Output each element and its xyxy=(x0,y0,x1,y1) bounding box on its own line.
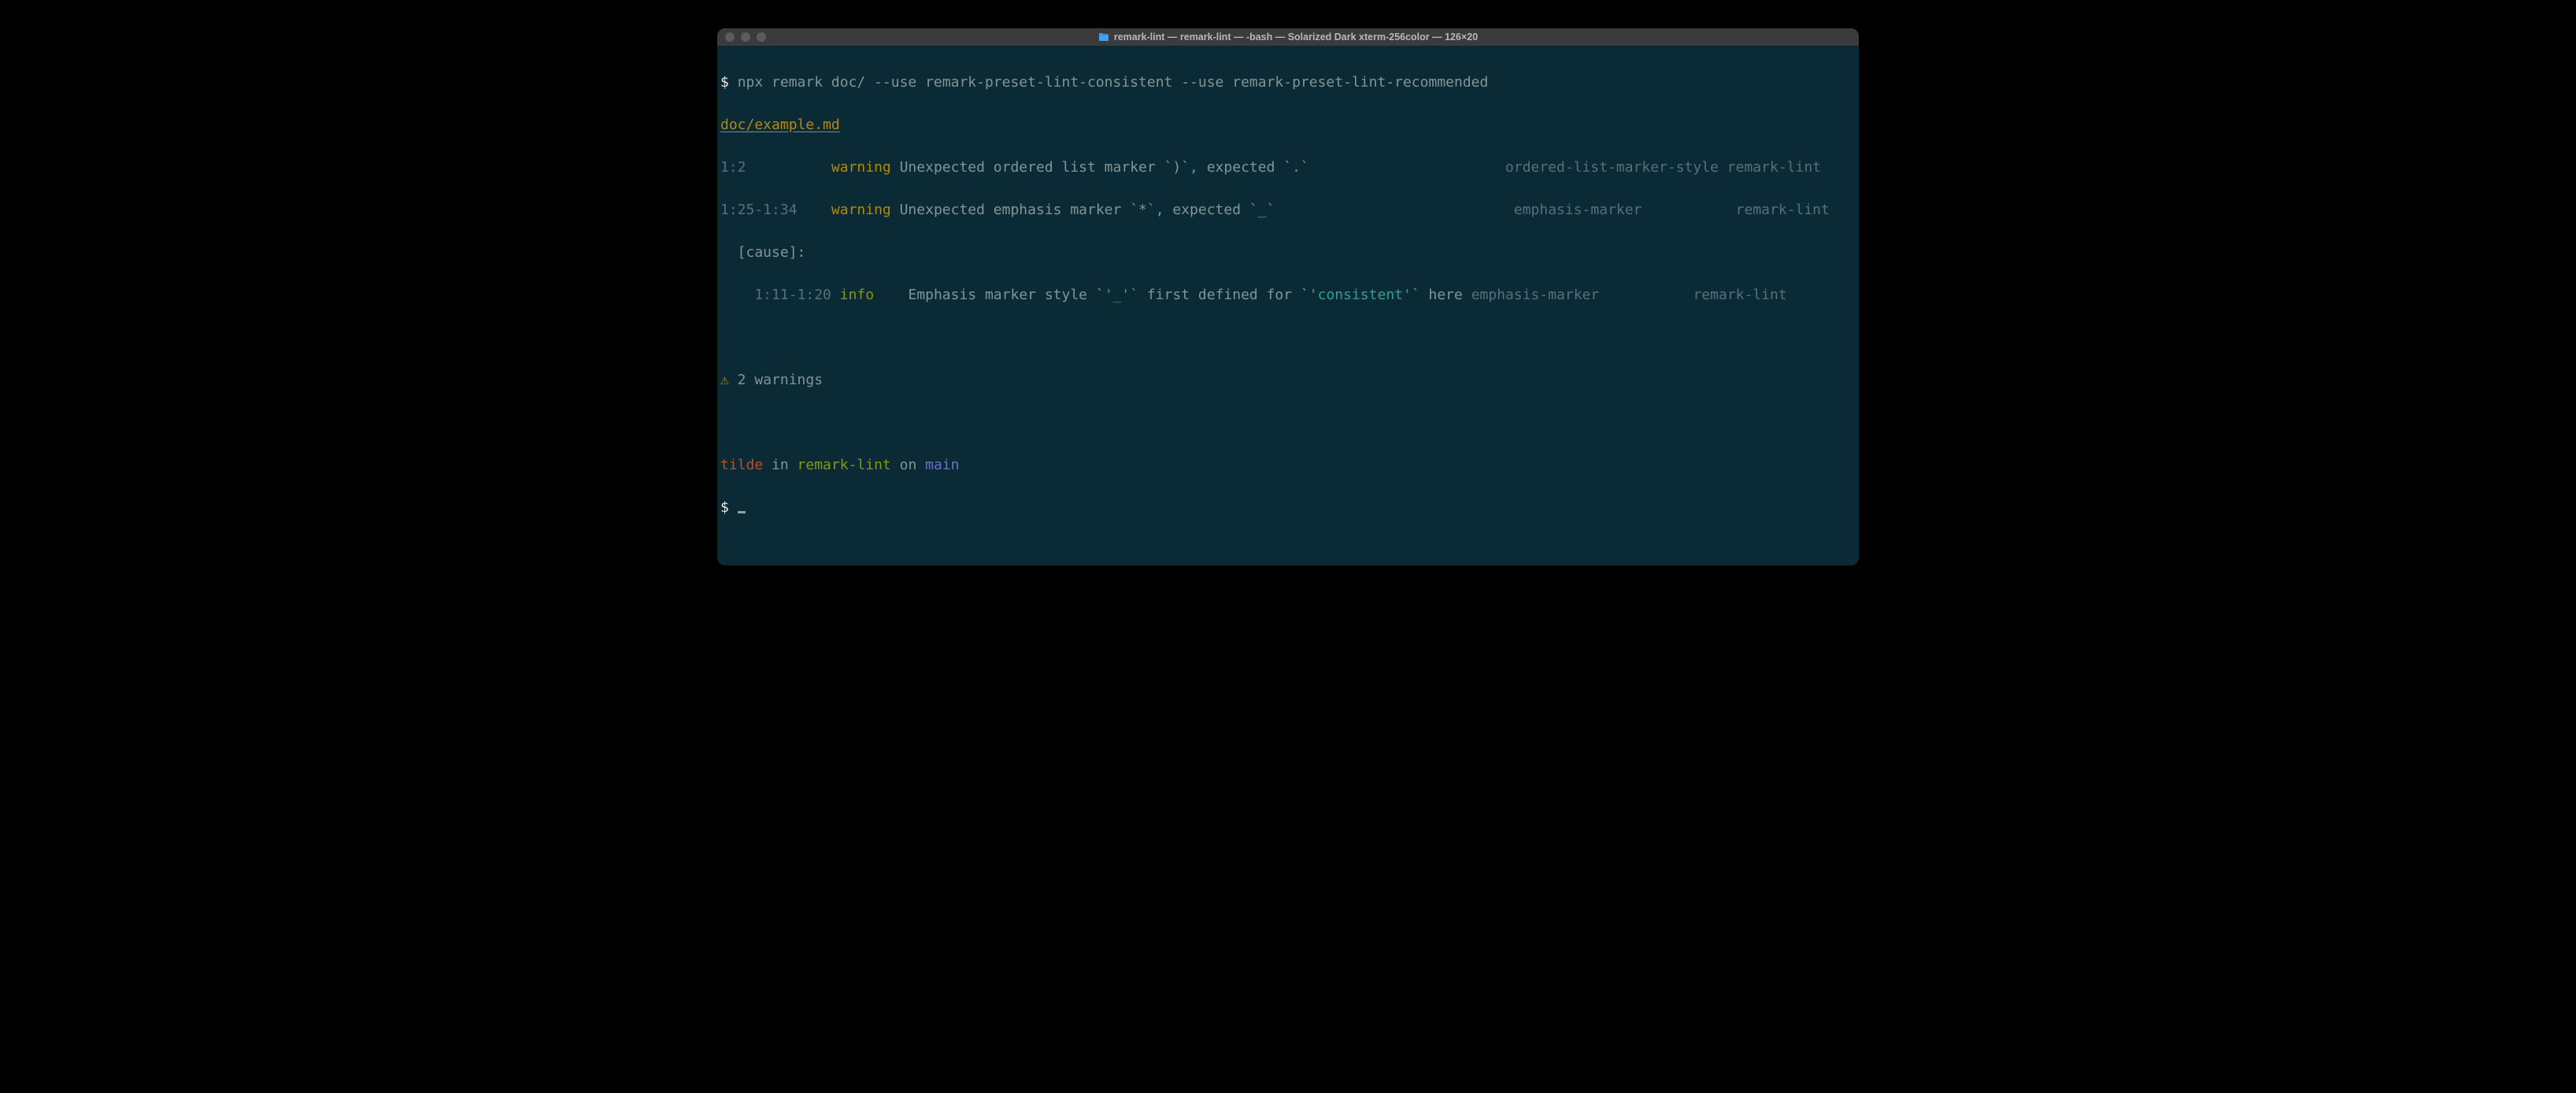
summary-text: 2 warnings xyxy=(729,372,823,388)
lint-position: 1:11-1:20 xyxy=(720,287,831,303)
terminal-window: remark-lint — remark-lint — -bash — Sola… xyxy=(717,28,1859,565)
prompt-symbol: $ xyxy=(720,74,738,91)
status-host: tilde xyxy=(720,457,763,473)
titlebar[interactable]: remark-lint — remark-lint — -bash — Sola… xyxy=(717,28,1859,46)
lint-position: 1:25-1:34 xyxy=(720,202,831,218)
lint-message: Unexpected emphasis marker `*`, expected… xyxy=(900,202,1514,218)
status-dir: remark-lint xyxy=(798,457,891,473)
close-icon[interactable] xyxy=(725,32,735,42)
cursor-icon xyxy=(738,511,746,513)
lint-rule: ordered-list-marker-style xyxy=(1505,159,1719,176)
lint-message: Unexpected ordered list marker `)`, expe… xyxy=(900,159,1505,176)
window-title: remark-lint — remark-lint — -bash — Sola… xyxy=(1114,31,1478,43)
severity-warning: warning xyxy=(831,159,891,176)
lint-position: 1:2 xyxy=(720,159,831,176)
status-branch: main xyxy=(925,457,959,473)
lint-source: remark-lint xyxy=(1736,202,1830,218)
command-line: npx remark doc/ --use remark-preset-lint… xyxy=(738,74,1489,91)
minimize-icon[interactable] xyxy=(741,32,750,42)
warning-icon: ⚠ xyxy=(720,372,729,388)
lint-rule: emphasis-marker xyxy=(1514,202,1727,218)
zoom-icon[interactable] xyxy=(757,32,766,42)
prompt-symbol: $ xyxy=(720,499,738,516)
folder-icon xyxy=(1098,32,1109,42)
cause-label: [cause]: xyxy=(720,244,805,261)
lint-message: Emphasis marker style ` xyxy=(908,287,1104,303)
severity-info: info xyxy=(840,287,900,303)
lint-source: remark-lint xyxy=(1727,159,1821,176)
file-path: doc/example.md xyxy=(720,117,840,133)
severity-warning: warning xyxy=(831,202,891,218)
lint-rule: emphasis-marker xyxy=(1471,287,1685,303)
lint-source: remark-lint xyxy=(1693,287,1786,303)
terminal-body[interactable]: $ npx remark doc/ --use remark-preset-li… xyxy=(717,46,1859,565)
